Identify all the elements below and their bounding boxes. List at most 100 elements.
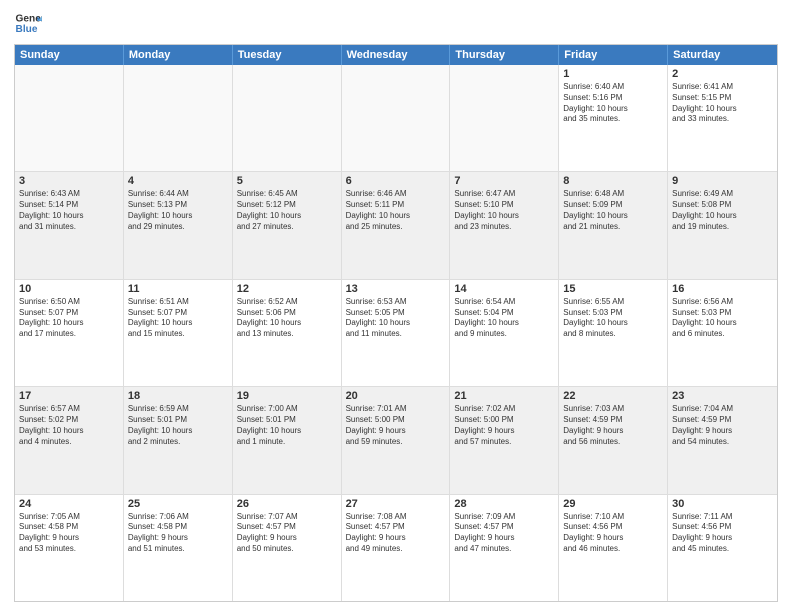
cal-cell-3-5: 22 Sunrise: 7:03 AM Sunset: 4:59 PM Dayli… — [559, 387, 668, 493]
cell-text: Sunrise: 7:10 AM Sunset: 4:56 PM Dayligh… — [563, 512, 663, 555]
header-day-saturday: Saturday — [668, 45, 777, 65]
cal-cell-3-3: 20Sunrise: 7:01 AM Sunset: 5:00 PM Dayli… — [342, 387, 451, 493]
cell-text: Sunrise: 7:05 AM Sunset: 4:58 PM Dayligh… — [19, 512, 119, 555]
day-number: 25 — [128, 498, 228, 510]
cal-cell-0-1 — [124, 65, 233, 171]
calendar-row-3: 17 Sunrise: 6:57 AM Sunset: 5:02 PM Dayli… — [15, 387, 777, 494]
day-number: 15 — [563, 283, 663, 295]
day-number: 5 — [237, 175, 337, 187]
cell-text: Sunrise: 6:41 AM Sunset: 5:15 PM Dayligh… — [672, 82, 773, 125]
day-number: 20 — [346, 390, 446, 402]
header-day-tuesday: Tuesday — [233, 45, 342, 65]
cal-cell-1-3: 6 Sunrise: 6:46 AM Sunset: 5:11 PM Daylig… — [342, 172, 451, 278]
cell-text: Sunrise: 6:48 AM Sunset: 5:09 PM Dayligh… — [563, 189, 663, 232]
day-number: 6 — [346, 175, 446, 187]
cal-cell-2-3: 13 Sunrise: 6:53 AM Sunset: 5:05 PM Dayli… — [342, 280, 451, 386]
cal-cell-3-6: 23 Sunrise: 7:04 AM Sunset: 4:59 PM Dayli… — [668, 387, 777, 493]
header-day-wednesday: Wednesday — [342, 45, 451, 65]
header-day-monday: Monday — [124, 45, 233, 65]
cal-cell-3-0: 17 Sunrise: 6:57 AM Sunset: 5:02 PM Dayli… — [15, 387, 124, 493]
day-number: 13 — [346, 283, 446, 295]
svg-text:Blue: Blue — [16, 24, 38, 35]
day-number: 10 — [19, 283, 119, 295]
cell-text: Sunrise: 6:40 AM Sunset: 5:16 PM Dayligh… — [563, 82, 663, 125]
cell-text: Sunrise: 6:59 AM Sunset: 5:01 PM Dayligh… — [128, 404, 228, 447]
cal-cell-0-4 — [450, 65, 559, 171]
day-number: 7 — [454, 175, 554, 187]
day-number: 22 — [563, 390, 663, 402]
cal-cell-4-6: 30Sunrise: 7:11 AM Sunset: 4:56 PM Dayli… — [668, 495, 777, 601]
cal-cell-4-5: 29Sunrise: 7:10 AM Sunset: 4:56 PM Dayli… — [559, 495, 668, 601]
cal-cell-2-2: 12 Sunrise: 6:52 AM Sunset: 5:06 PM Dayli… — [233, 280, 342, 386]
cal-cell-1-5: 8 Sunrise: 6:48 AM Sunset: 5:09 PM Daylig… — [559, 172, 668, 278]
day-number: 14 — [454, 283, 554, 295]
cal-cell-1-6: 9 Sunrise: 6:49 AM Sunset: 5:08 PM Daylig… — [668, 172, 777, 278]
day-number: 17 — [19, 390, 119, 402]
cell-text: Sunrise: 7:02 AM Sunset: 5:00 PM Dayligh… — [454, 404, 554, 447]
calendar-row-1: 3 Sunrise: 6:43 AM Sunset: 5:14 PM Daylig… — [15, 172, 777, 279]
cal-cell-0-5: 1 Sunrise: 6:40 AM Sunset: 5:16 PM Daylig… — [559, 65, 668, 171]
cal-cell-0-6: 2Sunrise: 6:41 AM Sunset: 5:15 PM Daylig… — [668, 65, 777, 171]
cal-cell-3-2: 19 Sunrise: 7:00 AM Sunset: 5:01 PM Dayli… — [233, 387, 342, 493]
cal-cell-2-4: 14Sunrise: 6:54 AM Sunset: 5:04 PM Dayli… — [450, 280, 559, 386]
cell-text: Sunrise: 7:06 AM Sunset: 4:58 PM Dayligh… — [128, 512, 228, 555]
calendar: SundayMondayTuesdayWednesdayThursdayFrid… — [14, 44, 778, 602]
cal-cell-4-3: 27 Sunrise: 7:08 AM Sunset: 4:57 PM Dayli… — [342, 495, 451, 601]
logo: General Blue — [14, 10, 42, 38]
cell-text: Sunrise: 6:56 AM Sunset: 5:03 PM Dayligh… — [672, 297, 773, 340]
cal-cell-2-5: 15 Sunrise: 6:55 AM Sunset: 5:03 PM Dayli… — [559, 280, 668, 386]
cell-text: Sunrise: 7:08 AM Sunset: 4:57 PM Dayligh… — [346, 512, 446, 555]
page: General Blue SundayMondayTuesdayWednesda… — [0, 0, 792, 612]
cell-text: Sunrise: 6:50 AM Sunset: 5:07 PM Dayligh… — [19, 297, 119, 340]
calendar-row-4: 24Sunrise: 7:05 AM Sunset: 4:58 PM Dayli… — [15, 495, 777, 601]
day-number: 3 — [19, 175, 119, 187]
cell-text: Sunrise: 7:07 AM Sunset: 4:57 PM Dayligh… — [237, 512, 337, 555]
cell-text: Sunrise: 6:43 AM Sunset: 5:14 PM Dayligh… — [19, 189, 119, 232]
cal-cell-0-3 — [342, 65, 451, 171]
header-day-friday: Friday — [559, 45, 668, 65]
day-number: 27 — [346, 498, 446, 510]
cell-text: Sunrise: 7:03 AM Sunset: 4:59 PM Dayligh… — [563, 404, 663, 447]
cell-text: Sunrise: 6:51 AM Sunset: 5:07 PM Dayligh… — [128, 297, 228, 340]
cal-cell-4-2: 26 Sunrise: 7:07 AM Sunset: 4:57 PM Dayli… — [233, 495, 342, 601]
header-day-thursday: Thursday — [450, 45, 559, 65]
cal-cell-4-0: 24Sunrise: 7:05 AM Sunset: 4:58 PM Dayli… — [15, 495, 124, 601]
day-number: 28 — [454, 498, 554, 510]
day-number: 18 — [128, 390, 228, 402]
calendar-row-0: 1 Sunrise: 6:40 AM Sunset: 5:16 PM Daylig… — [15, 65, 777, 172]
cell-text: Sunrise: 6:46 AM Sunset: 5:11 PM Dayligh… — [346, 189, 446, 232]
cal-cell-1-4: 7 Sunrise: 6:47 AM Sunset: 5:10 PM Daylig… — [450, 172, 559, 278]
cal-cell-2-0: 10 Sunrise: 6:50 AM Sunset: 5:07 PM Dayli… — [15, 280, 124, 386]
day-number: 30 — [672, 498, 773, 510]
calendar-row-2: 10 Sunrise: 6:50 AM Sunset: 5:07 PM Dayli… — [15, 280, 777, 387]
day-number: 4 — [128, 175, 228, 187]
cal-cell-1-2: 5Sunrise: 6:45 AM Sunset: 5:12 PM Daylig… — [233, 172, 342, 278]
cell-text: Sunrise: 6:57 AM Sunset: 5:02 PM Dayligh… — [19, 404, 119, 447]
day-number: 16 — [672, 283, 773, 295]
cal-cell-4-4: 28 Sunrise: 7:09 AM Sunset: 4:57 PM Dayli… — [450, 495, 559, 601]
cell-text: Sunrise: 7:09 AM Sunset: 4:57 PM Dayligh… — [454, 512, 554, 555]
cal-cell-1-0: 3 Sunrise: 6:43 AM Sunset: 5:14 PM Daylig… — [15, 172, 124, 278]
day-number: 19 — [237, 390, 337, 402]
cal-cell-1-1: 4Sunrise: 6:44 AM Sunset: 5:13 PM Daylig… — [124, 172, 233, 278]
calendar-header: SundayMondayTuesdayWednesdayThursdayFrid… — [15, 45, 777, 65]
cell-text: Sunrise: 7:04 AM Sunset: 4:59 PM Dayligh… — [672, 404, 773, 447]
calendar-body: 1 Sunrise: 6:40 AM Sunset: 5:16 PM Daylig… — [15, 65, 777, 601]
cell-text: Sunrise: 6:49 AM Sunset: 5:08 PM Dayligh… — [672, 189, 773, 232]
cell-text: Sunrise: 6:52 AM Sunset: 5:06 PM Dayligh… — [237, 297, 337, 340]
cell-text: Sunrise: 6:47 AM Sunset: 5:10 PM Dayligh… — [454, 189, 554, 232]
day-number: 11 — [128, 283, 228, 295]
day-number: 12 — [237, 283, 337, 295]
day-number: 9 — [672, 175, 773, 187]
header-day-sunday: Sunday — [15, 45, 124, 65]
cell-text: Sunrise: 6:53 AM Sunset: 5:05 PM Dayligh… — [346, 297, 446, 340]
cal-cell-0-2 — [233, 65, 342, 171]
day-number: 26 — [237, 498, 337, 510]
header: General Blue — [14, 10, 778, 38]
day-number: 1 — [563, 68, 663, 80]
cell-text: Sunrise: 6:55 AM Sunset: 5:03 PM Dayligh… — [563, 297, 663, 340]
cal-cell-4-1: 25 Sunrise: 7:06 AM Sunset: 4:58 PM Dayli… — [124, 495, 233, 601]
cell-text: Sunrise: 7:00 AM Sunset: 5:01 PM Dayligh… — [237, 404, 337, 447]
day-number: 8 — [563, 175, 663, 187]
day-number: 23 — [672, 390, 773, 402]
